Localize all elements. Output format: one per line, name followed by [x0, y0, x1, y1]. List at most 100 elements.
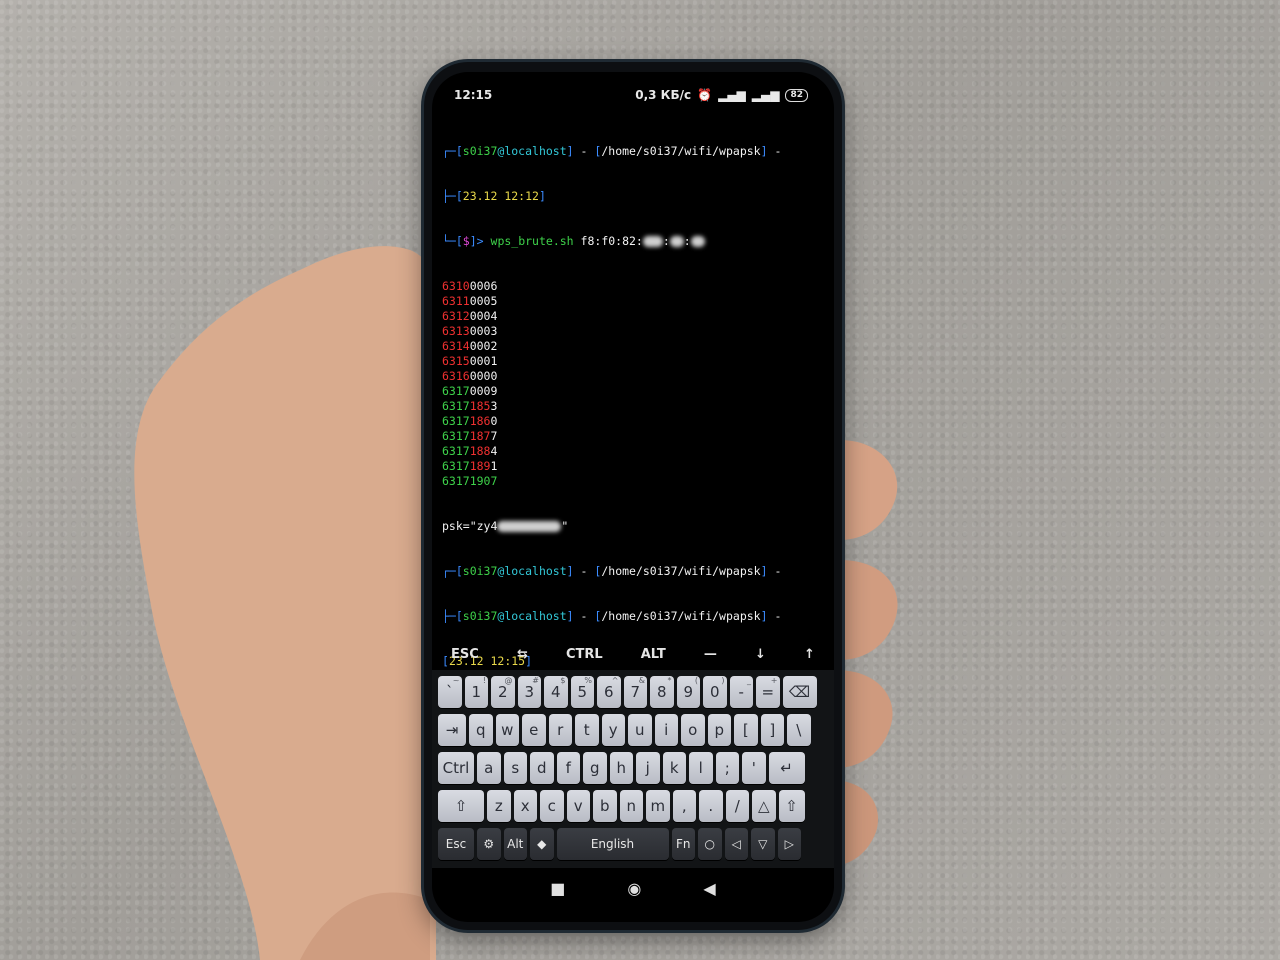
- key[interactable]: e: [522, 714, 546, 746]
- prompt-line: ┌─[s0i37@localhost] - [/home/s0i37/wifi/…: [442, 144, 782, 158]
- circle-key[interactable]: ○: [698, 828, 722, 860]
- extra-key[interactable]: CTRL: [566, 647, 603, 662]
- pin-line: 63171884: [442, 444, 498, 458]
- key[interactable]: ': [742, 752, 766, 784]
- soft-keyboard: ` ~1! 2 @3 #4 $5% 6 ^ 7 & 8 * 9(0) - _ = + ⌫ ⇥ q w e r t y u i o p[…: [432, 670, 834, 868]
- key[interactable]: j: [636, 752, 660, 784]
- key[interactable]: 4 $: [544, 676, 568, 708]
- extra-key[interactable]: —: [704, 647, 717, 662]
- shift-key[interactable]: ⇧: [438, 790, 484, 822]
- left-arrow-key[interactable]: ◁: [724, 828, 748, 860]
- pin-line: 63171907: [442, 474, 498, 488]
- key[interactable]: r: [548, 714, 572, 746]
- home-icon[interactable]: ◉: [627, 879, 641, 898]
- key[interactable]: h: [609, 752, 633, 784]
- extra-key[interactable]: ↓: [755, 647, 766, 662]
- enter-key[interactable]: ↵: [768, 752, 805, 784]
- key[interactable]: a: [477, 752, 501, 784]
- net-speed: 0,3 КБ/с: [635, 88, 692, 102]
- pin-line: 63171877: [442, 429, 498, 443]
- key[interactable]: ;: [715, 752, 739, 784]
- key[interactable]: l: [689, 752, 713, 784]
- key[interactable]: ,: [672, 790, 696, 822]
- pin-line: 63170009: [442, 384, 498, 398]
- pin-list: 63100006 63110005 63120004 63130003 63140002…: [442, 279, 826, 489]
- key[interactable]: w: [495, 714, 519, 746]
- key[interactable]: 9(: [676, 676, 700, 708]
- key[interactable]: ]: [760, 714, 784, 746]
- status-time: 12:15: [454, 88, 493, 102]
- signal-icon: ▂▄▆: [718, 88, 746, 102]
- key[interactable]: z: [487, 790, 511, 822]
- key[interactable]: p: [707, 714, 731, 746]
- extra-key[interactable]: ⇆: [517, 647, 528, 662]
- battery-icon: 82: [785, 88, 808, 102]
- key[interactable]: v: [566, 790, 590, 822]
- key[interactable]: i: [654, 714, 678, 746]
- back-icon[interactable]: ◀: [703, 879, 715, 898]
- extra-keys-row: ESC ⇆ CTRL ALT — ↓ ↑: [432, 638, 834, 670]
- fn-key[interactable]: Fn: [671, 828, 695, 860]
- up-arrow-key[interactable]: △: [752, 790, 776, 822]
- command-line: └─[$]> wps_brute.sh f8:f0:82:::: [442, 234, 826, 249]
- down-arrow-key[interactable]: ▽: [751, 828, 775, 860]
- phone-screen: 12:15 0,3 КБ/с ⏰ ▂▄▆ ▂▄▆ 82 ┌─[s0i37@loc…: [432, 72, 834, 922]
- key[interactable]: x: [513, 790, 537, 822]
- key[interactable]: q: [469, 714, 493, 746]
- key[interactable]: y: [601, 714, 625, 746]
- pin-line: 63160000: [442, 369, 498, 383]
- right-arrow-key[interactable]: ▷: [777, 828, 801, 860]
- prompt-line: ├─[s0i37@localhost] - [/home/s0i37/wifi/…: [442, 609, 782, 623]
- recents-icon[interactable]: ■: [550, 879, 565, 898]
- key[interactable]: 1!: [464, 676, 488, 708]
- extra-key[interactable]: ↑: [804, 647, 815, 662]
- alt-key[interactable]: Alt: [503, 828, 527, 860]
- key[interactable]: u: [628, 714, 652, 746]
- key[interactable]: - _: [729, 676, 753, 708]
- key[interactable]: o: [681, 714, 705, 746]
- key[interactable]: d: [530, 752, 554, 784]
- pin-line: 63171860: [442, 414, 498, 428]
- key[interactable]: /: [725, 790, 749, 822]
- prompt-line: ┌─[s0i37@localhost] - [/home/s0i37/wifi/…: [442, 564, 782, 578]
- status-bar: 12:15 0,3 КБ/с ⏰ ▂▄▆ ▂▄▆ 82: [432, 86, 834, 108]
- key[interactable]: = +: [756, 676, 780, 708]
- key[interactable]: s: [503, 752, 527, 784]
- tab-key[interactable]: ⇥: [438, 714, 466, 746]
- key[interactable]: k: [662, 752, 686, 784]
- key[interactable]: c: [540, 790, 564, 822]
- key[interactable]: 6 ^: [597, 676, 621, 708]
- alarm-icon: ⏰: [697, 88, 713, 102]
- backspace-key[interactable]: ⌫: [782, 676, 817, 708]
- extra-key[interactable]: ALT: [641, 647, 666, 662]
- key[interactable]: g: [583, 752, 607, 784]
- key[interactable]: ` ~: [438, 676, 462, 708]
- extra-key[interactable]: ESC: [451, 647, 479, 662]
- key[interactable]: b: [593, 790, 617, 822]
- key[interactable]: m: [646, 790, 670, 822]
- shift-key[interactable]: ⇧: [778, 790, 805, 822]
- key[interactable]: 5%: [570, 676, 594, 708]
- pin-line: 63140002: [442, 339, 498, 353]
- key[interactable]: 2 @: [491, 676, 515, 708]
- pin-line: 63120004: [442, 309, 498, 323]
- key[interactable]: 3 #: [517, 676, 541, 708]
- pin-line: 63171853: [442, 399, 498, 413]
- key[interactable]: 8 *: [650, 676, 674, 708]
- settings-icon[interactable]: ⚙: [477, 828, 501, 860]
- ctrl-key[interactable]: Ctrl: [438, 752, 474, 784]
- key[interactable]: 7 &: [623, 676, 647, 708]
- signal-4g-icon: ▂▄▆: [751, 88, 780, 102]
- key[interactable]: n: [619, 790, 643, 822]
- key[interactable]: 0): [703, 676, 727, 708]
- key[interactable]: \: [787, 714, 811, 746]
- esc-key[interactable]: Esc: [438, 828, 474, 860]
- key[interactable]: f: [556, 752, 580, 784]
- key[interactable]: [: [734, 714, 758, 746]
- symbols-key[interactable]: ◆: [530, 828, 554, 860]
- key[interactable]: t: [575, 714, 599, 746]
- key[interactable]: .: [699, 790, 723, 822]
- space-key[interactable]: English: [556, 828, 669, 860]
- prompt-date-line: ├─[23.12 12:12]: [442, 189, 546, 203]
- pin-line: 63100006: [442, 279, 498, 293]
